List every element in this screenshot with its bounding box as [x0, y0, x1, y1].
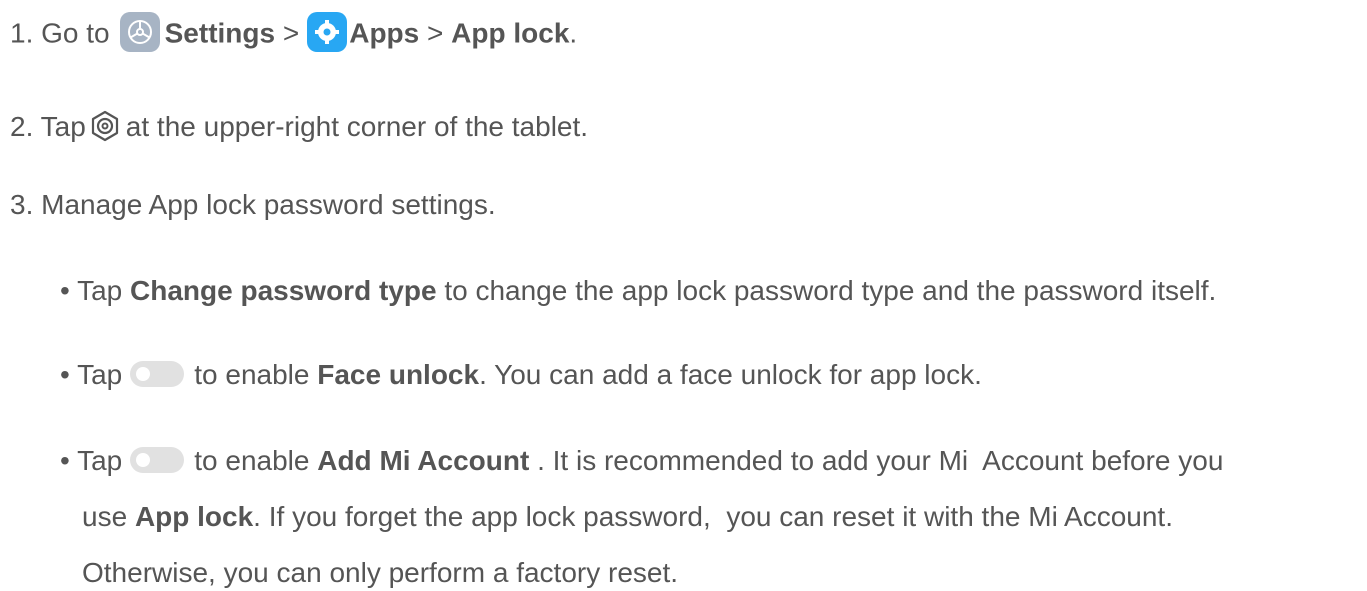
app-lock-link: App lock: [451, 17, 570, 49]
gear-ring-icon: [88, 109, 122, 143]
bullet-2-prefix: • Tap: [60, 359, 123, 390]
bullet-2-mid: to enable: [194, 359, 310, 390]
apps-app-icon: [307, 12, 348, 52]
apps-link: Apps: [349, 17, 420, 49]
bullet-3-line-2: use App lock. If you forget the app lock…: [82, 499, 1173, 535]
step-2-prefix: 2. Tap: [10, 111, 86, 142]
app-lock-label: App lock: [134, 501, 254, 532]
settings-link: Settings: [164, 17, 276, 49]
settings-app-icon: [119, 12, 160, 52]
step-1-prefix: 1. Go to: [10, 17, 110, 49]
step-1: 1. Go to Settings > Apps > App lock.: [10, 12, 578, 55]
bullet-3-mid: to enable: [194, 445, 310, 476]
bullet-3-line-3-text: Otherwise, you can only perform a factor…: [82, 557, 679, 588]
step-3: 3. Manage App lock password settings.: [10, 187, 496, 223]
step-3-text: 3. Manage App lock password settings.: [10, 189, 496, 220]
bullet-3-line-2-prefix: use: [82, 501, 128, 532]
bullet-1-text: to change the app lock password type and…: [444, 275, 1217, 306]
bullet-2: • Tap to enable Face unlock. You can add …: [60, 357, 982, 393]
face-unlock-label: Face unlock: [317, 359, 480, 390]
step-2: 2. Tap at the upper-right corner of the t…: [10, 109, 588, 146]
period: .: [569, 17, 578, 49]
bullet-1: • Tap Change password type to change the…: [60, 273, 1216, 309]
toggle-switch-icon: [130, 360, 185, 387]
breadcrumb-separator: >: [282, 17, 300, 49]
bullet-3-line-2-text: . If you forget the app lock password, y…: [253, 501, 1173, 532]
toggle-switch-icon: [130, 446, 185, 473]
bullet-3-line-3: Otherwise, you can only perform a factor…: [82, 555, 678, 591]
bullet-3-prefix: • Tap: [60, 445, 123, 476]
bullet-2-text: . You can add a face unlock for app lock…: [479, 359, 982, 390]
step-2-text: at the upper-right corner of the tablet.: [125, 111, 589, 142]
bullet-3: • Tap to enable Add Mi Account . It is re…: [60, 443, 1223, 479]
bullet-1-prefix: • Tap: [60, 275, 123, 306]
change-password-type-label: Change password type: [130, 275, 437, 306]
bullet-3-text: . It is recommended to add your Mi Accou…: [529, 445, 1224, 476]
breadcrumb-separator: >: [427, 17, 444, 49]
add-mi-account-label: Add Mi Account: [317, 445, 530, 476]
